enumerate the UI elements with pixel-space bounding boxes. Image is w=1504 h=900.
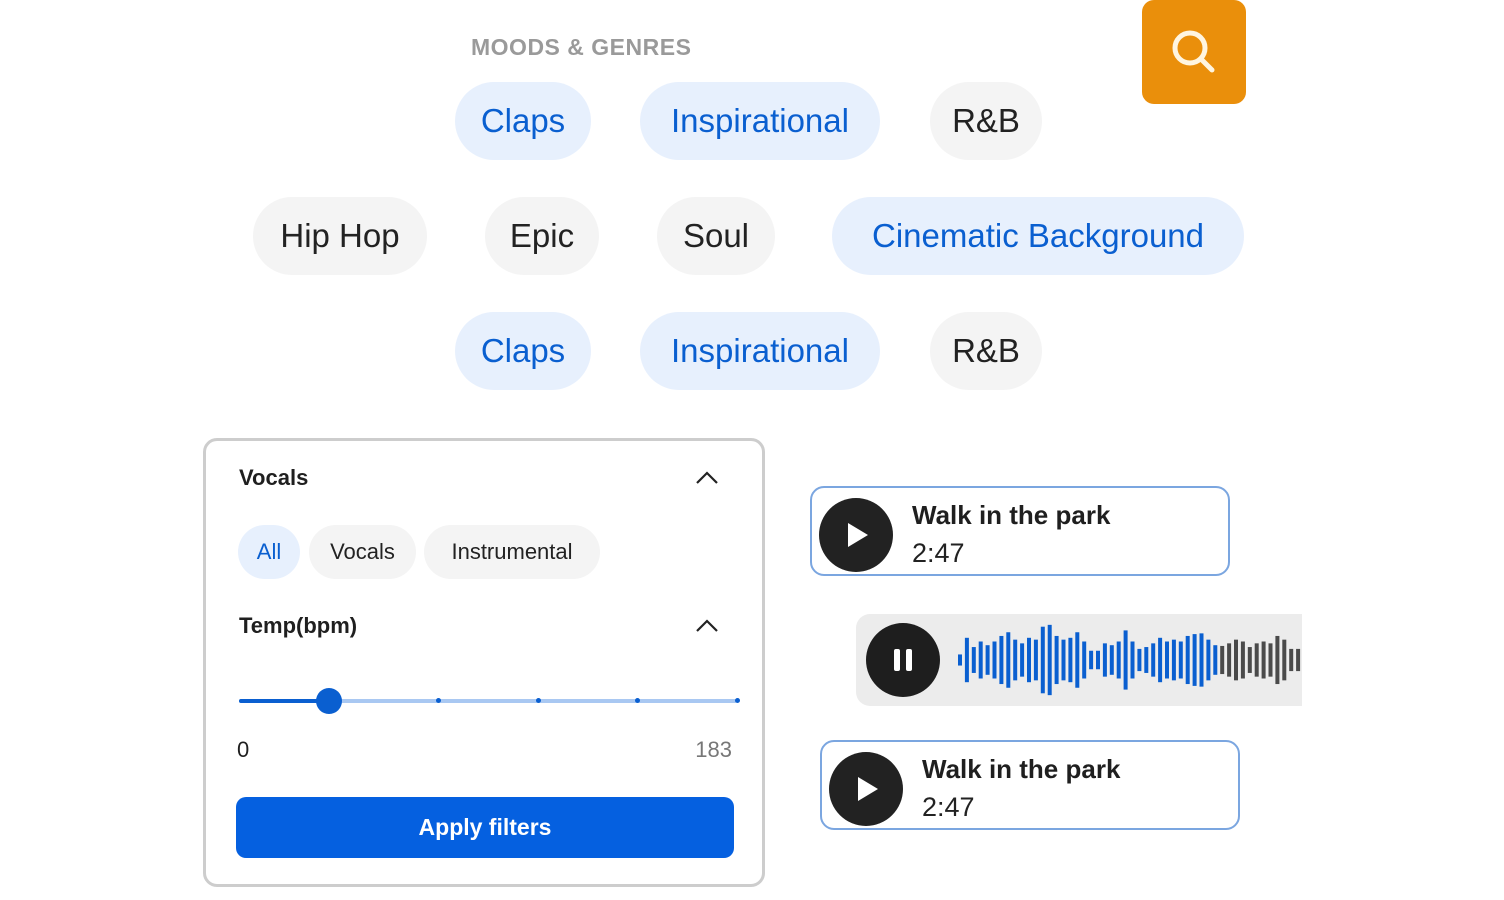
waveform-bar-played	[1102, 643, 1107, 677]
waveform-bar-played	[1061, 639, 1066, 681]
waveform-bar-played	[999, 635, 1004, 685]
waveform-bar-played	[1013, 639, 1018, 681]
waveform-bar-played	[1171, 639, 1176, 681]
chevron-up-icon[interactable]	[694, 616, 720, 636]
waveform-bar-played	[1054, 635, 1059, 685]
waveform-bar-unplayed	[1220, 645, 1225, 675]
apply-filters-button[interactable]: Apply filters	[236, 797, 734, 858]
waveform-bar-played	[1109, 645, 1114, 675]
waveform-bar-unplayed	[1261, 641, 1266, 679]
slider-tick	[535, 698, 541, 703]
vocals-heading: Vocals	[239, 465, 309, 490]
waveform-bar-played	[992, 641, 997, 679]
play-button[interactable]	[819, 498, 893, 572]
waveform-bar-unplayed	[1240, 641, 1245, 679]
track-card[interactable]: Walk in the park 2:47	[810, 486, 1230, 576]
play-icon	[848, 523, 868, 547]
waveform-bar-played	[1082, 641, 1087, 679]
slider-thumb[interactable]	[315, 688, 342, 714]
waveform-bar-played	[1116, 641, 1121, 679]
waveform-bar-played	[1006, 632, 1011, 688]
track-duration: 2:47	[922, 792, 975, 822]
genre-chip[interactable]: Claps	[455, 312, 591, 390]
waveform-bar-played	[1089, 650, 1094, 670]
vocals-option-instrumental[interactable]: Instrumental	[424, 525, 600, 579]
vocals-option-all[interactable]: All	[238, 525, 300, 579]
waveform-bar-played	[1213, 645, 1218, 675]
waveform-bar-played	[1123, 630, 1128, 690]
waveform-bar-unplayed	[1234, 639, 1238, 681]
audio-player	[856, 614, 1302, 706]
waveform-scrubber[interactable]	[956, 614, 1302, 706]
filter-panel: Vocals All Vocals Instrumental Temp(bpm) 0…	[203, 438, 765, 887]
waveform-bar-unplayed	[1254, 643, 1259, 677]
vocals-option-vocals[interactable]: Vocals	[309, 525, 416, 579]
waveform-bar-played	[1178, 641, 1183, 679]
track-title: Walk in the park	[912, 500, 1111, 530]
slider-tick	[735, 698, 740, 703]
tempo-slider[interactable]	[239, 688, 740, 714]
waveform-bar-played	[985, 645, 990, 675]
waveform-bar-played	[1033, 639, 1038, 681]
waveform-bar-unplayed	[1282, 639, 1287, 681]
waveform-bar-played	[1158, 637, 1163, 683]
waveform-bar-unplayed	[1275, 635, 1280, 685]
waveform-bar-played	[1047, 624, 1052, 696]
waveform-bar-played	[978, 641, 983, 679]
track-card[interactable]: Walk in the park 2:47	[820, 740, 1240, 830]
moods-genres-title: MOODS & GENRES	[471, 34, 692, 60]
track-title: Walk in the park	[922, 754, 1121, 784]
genre-chip[interactable]: Hip Hop	[253, 197, 427, 275]
tempo-heading: Temp(bpm)	[239, 613, 358, 638]
waveform-bar-unplayed	[1268, 643, 1273, 677]
waveform-bar-played	[1137, 648, 1142, 672]
play-button[interactable]	[829, 752, 903, 826]
waveform-bar-played	[1096, 650, 1100, 670]
waveform-bar-played	[1075, 632, 1080, 688]
waveform-bar-played	[964, 637, 969, 683]
genre-chip[interactable]: Claps	[455, 82, 591, 160]
tempo-min-label: 0	[237, 737, 250, 762]
waveform-bar-played	[1192, 634, 1197, 686]
genre-chip[interactable]: R&B	[930, 312, 1042, 390]
genre-chip[interactable]: R&B	[930, 82, 1042, 160]
genre-chip[interactable]: Inspirational	[640, 82, 880, 160]
waveform-bar-unplayed	[1227, 643, 1232, 677]
waveform-bar-played	[1027, 637, 1031, 683]
waveform-bar-played	[1144, 647, 1149, 673]
waveform-bar-played	[1206, 639, 1211, 681]
tempo-max-label: 183	[695, 737, 732, 762]
waveform-bar-unplayed	[1289, 648, 1294, 672]
search-button[interactable]	[1142, 0, 1246, 104]
play-icon	[858, 777, 878, 801]
genre-chip[interactable]: Epic	[485, 197, 599, 275]
waveform-bar-played	[1130, 641, 1135, 679]
genre-chip[interactable]: Soul	[657, 197, 775, 275]
waveform-bar-played	[971, 647, 976, 673]
genre-chip[interactable]: Cinematic Background	[832, 197, 1244, 275]
pause-button[interactable]	[866, 623, 940, 697]
waveform-bar-played	[1185, 635, 1190, 685]
waveform-bar-played	[958, 654, 962, 666]
chevron-up-icon[interactable]	[694, 468, 720, 488]
waveform-bar-played	[1199, 633, 1204, 687]
track-duration: 2:47	[912, 538, 965, 568]
waveform-bar-unplayed	[1247, 647, 1252, 673]
waveform-bar-played	[1040, 626, 1045, 694]
waveform-bar-played	[1165, 641, 1169, 679]
pause-icon	[894, 649, 912, 671]
search-icon	[1172, 30, 1215, 73]
waveform-bar-unplayed	[1296, 648, 1301, 672]
genre-chip[interactable]: Inspirational	[640, 312, 880, 390]
waveform-bar-played	[1151, 643, 1156, 677]
waveform-bar-played	[1020, 643, 1025, 677]
waveform-bar-played	[1068, 637, 1073, 683]
